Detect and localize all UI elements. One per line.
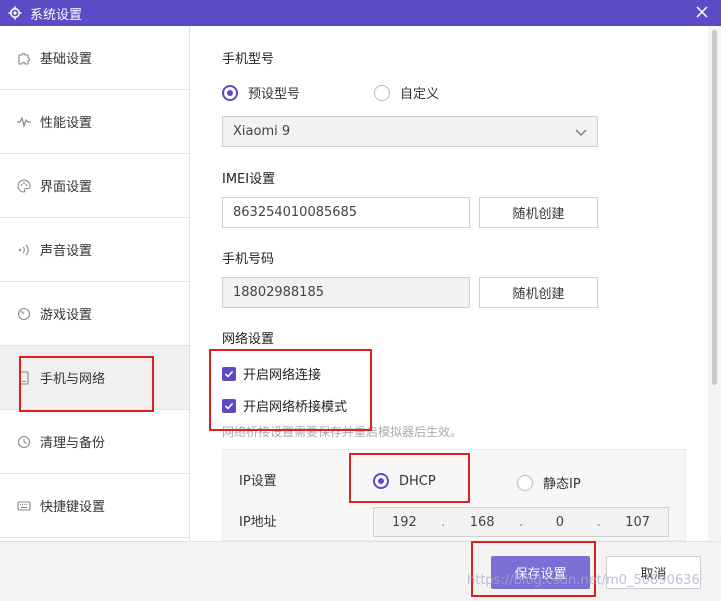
sidebar-item-performance[interactable]: 性能设置 [0, 90, 189, 154]
chevron-down-icon [575, 126, 587, 138]
sidebar-item-sound[interactable]: 声音设置 [0, 218, 189, 282]
static-ip-radio[interactable]: 静态IP [517, 473, 581, 492]
sidebar-item-cleanup-backup[interactable]: 清理与备份 [0, 410, 189, 474]
gear-icon [8, 6, 22, 20]
radio-unselected-icon [517, 474, 533, 491]
sidebar-item-game[interactable]: 游戏设置 [0, 282, 189, 346]
ip-separator: . [596, 514, 601, 530]
dhcp-label: DHCP [399, 473, 436, 489]
sidebar-item-label: 声音设置 [40, 244, 93, 259]
sidebar-item-label: 基础设置 [40, 52, 93, 67]
imei-random-button[interactable]: 随机创建 [479, 197, 598, 228]
ip-address-input[interactable]: 192 . 168 . 0 . 107 [373, 507, 669, 537]
sidebar-item-label: 手机与网络 [40, 372, 106, 387]
settings-content: 手机型号 预设型号 自定义 Xiaomi 9 IMEI设置 8632540100… [190, 26, 708, 541]
radio-selected-icon [373, 473, 389, 489]
content-scrollbar[interactable] [708, 26, 721, 541]
checkmark-icon [222, 398, 236, 413]
save-settings-button[interactable]: 保存设置 [491, 556, 590, 589]
phone-number-value: 18802988185 [233, 285, 324, 300]
bridge-hint-text: 网络桥接设置需要保存并重启模拟器后生效。 [222, 425, 463, 439]
network-title: 网络设置 [222, 332, 275, 347]
ip-octet-4[interactable]: 107 [614, 515, 662, 530]
phone-number-input[interactable]: 18802988185 [222, 277, 470, 308]
dhcp-radio[interactable]: DHCP [373, 473, 436, 489]
phone-icon [16, 370, 32, 386]
sidebar-item-label: 清理与备份 [40, 436, 106, 451]
sidebar-item-basic[interactable]: 基础设置 [0, 26, 189, 90]
sidebar-item-phone-network[interactable]: 手机与网络 [0, 346, 189, 410]
radio-unselected-icon [374, 84, 390, 101]
keyboard-icon [16, 498, 32, 514]
imei-input[interactable]: 863254010085685 [222, 197, 470, 228]
sidebar-item-label: 游戏设置 [40, 308, 93, 323]
phone-model-value: Xiaomi 9 [233, 124, 291, 139]
radio-selected-icon [222, 84, 238, 101]
ip-separator: . [518, 514, 524, 530]
sidebar-item-interface[interactable]: 界面设置 [0, 154, 189, 218]
sidebar: 基础设置 性能设置 界面设置 声音设置 游戏设置 手机与网络 清理与备份 快捷键… [0, 26, 190, 541]
clock-icon [16, 434, 32, 450]
enable-bridge-checkbox[interactable]: 开启网络桥接模式 [222, 396, 347, 415]
phone-model-title: 手机型号 [222, 52, 275, 67]
enable-network-checkbox[interactable]: 开启网络连接 [222, 364, 321, 383]
ip-settings-label: IP设置 [239, 474, 277, 489]
cancel-button[interactable]: 取消 [606, 556, 701, 589]
imei-title: IMEI设置 [222, 172, 276, 187]
ip-address-label: IP地址 [239, 515, 277, 530]
preset-model-radio[interactable]: 预设型号 [222, 83, 300, 102]
ip-octet-3[interactable]: 0 [536, 515, 584, 530]
custom-model-radio[interactable]: 自定义 [374, 83, 439, 102]
game-icon [16, 306, 32, 322]
sidebar-item-label: 快捷键设置 [40, 500, 106, 515]
phone-number-random-button[interactable]: 随机创建 [479, 277, 598, 308]
puzzle-icon [16, 50, 32, 66]
enable-network-label: 开启网络连接 [243, 368, 322, 383]
window-title: 系统设置 [30, 7, 83, 23]
preset-model-label: 预设型号 [248, 87, 301, 102]
sound-icon [16, 242, 32, 258]
imei-value: 863254010085685 [233, 205, 358, 220]
ip-separator: . [441, 514, 446, 530]
scrollbar-thumb[interactable] [712, 30, 717, 385]
sidebar-item-label: 界面设置 [40, 180, 93, 195]
title-bar: 系统设置 [0, 0, 721, 26]
enable-bridge-label: 开启网络桥接模式 [243, 400, 348, 415]
sidebar-item-label: 性能设置 [40, 116, 93, 131]
sidebar-item-shortcuts[interactable]: 快捷键设置 [0, 474, 189, 538]
ip-octet-2[interactable]: 168 [458, 515, 506, 530]
pulse-icon [16, 114, 32, 130]
custom-model-label: 自定义 [400, 87, 440, 102]
phone-number-title: 手机号码 [222, 252, 275, 267]
static-ip-label: 静态IP [543, 477, 581, 492]
ip-octet-1[interactable]: 192 [380, 515, 428, 530]
close-icon[interactable] [693, 3, 711, 21]
phone-model-select[interactable]: Xiaomi 9 [222, 116, 598, 147]
palette-icon [16, 178, 32, 194]
checkmark-icon [222, 366, 236, 381]
